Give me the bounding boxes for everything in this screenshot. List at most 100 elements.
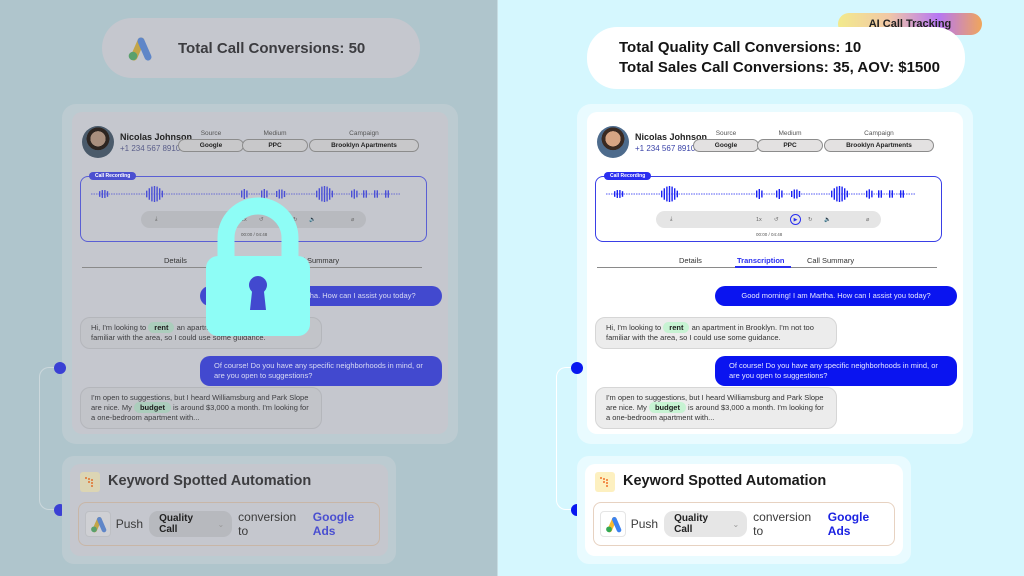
automation-title: Keyword Spotted Automation bbox=[108, 473, 312, 489]
google-ads-link[interactable]: Google Ads bbox=[828, 510, 894, 538]
waveform-bar bbox=[758, 189, 760, 199]
attr-source: Source Google bbox=[178, 130, 244, 152]
waveform bbox=[606, 186, 916, 202]
waveform-bar bbox=[878, 190, 880, 198]
audio-player[interactable]: ⤓ 1x ↺ ▶ ↻ 🔈 ⌀ bbox=[656, 211, 881, 228]
waveform-bar bbox=[891, 190, 893, 198]
play-icon[interactable]: ▶ bbox=[790, 214, 801, 225]
attr-value: Google bbox=[693, 139, 759, 152]
quality-conversions-text: Total Quality Call Conversions: 10 bbox=[619, 39, 862, 56]
waveform-bar bbox=[619, 190, 621, 198]
waveform-bar bbox=[674, 188, 676, 200]
speed-button[interactable]: 1x bbox=[756, 214, 762, 225]
attr-campaign: Campaign Brooklyn Apartments bbox=[824, 130, 934, 152]
attr-label: Medium bbox=[263, 130, 287, 137]
keyword-highlight: rent bbox=[148, 322, 175, 333]
conversion-to-label: conversion to bbox=[753, 510, 812, 538]
tab-details[interactable]: Details bbox=[164, 256, 187, 265]
waveform-bar bbox=[836, 186, 838, 202]
google-ads-icon bbox=[600, 511, 626, 537]
automation-card: Keyword Spotted Automation Push Quality … bbox=[70, 464, 388, 556]
push-label: Push bbox=[115, 517, 144, 531]
waveform-bar bbox=[374, 190, 376, 198]
waveform-bar bbox=[846, 190, 848, 198]
waveform-bar bbox=[614, 191, 616, 197]
waveform-bar bbox=[326, 186, 328, 202]
waveform-bar bbox=[101, 190, 103, 198]
waveform-bar bbox=[616, 190, 618, 198]
waveform-bar bbox=[889, 190, 891, 198]
google-ads-icon bbox=[128, 37, 152, 61]
waveform-bar bbox=[146, 190, 148, 198]
right-panel: Total Quality Call Conversions: 10 Total… bbox=[547, 0, 973, 576]
waveform-bar bbox=[316, 190, 318, 198]
waveform-bar bbox=[671, 186, 673, 202]
waveform-bar bbox=[676, 190, 678, 198]
attr-value: Brooklyn Apartments bbox=[824, 139, 934, 152]
message-text: Hi, I'm looking to bbox=[606, 323, 662, 332]
waveform-bar bbox=[104, 190, 106, 198]
attr-label: Source bbox=[200, 130, 222, 137]
waveform-bar bbox=[385, 190, 387, 198]
automation-container: Keyword Spotted Automation Push Quality … bbox=[62, 456, 396, 564]
attr-campaign: Campaign Brooklyn Apartments bbox=[309, 130, 419, 152]
sales-conversions-text: Total Sales Call Conversions: 35, AOV: $… bbox=[619, 59, 940, 76]
waveform-bar bbox=[781, 190, 783, 198]
link-icon[interactable]: ⌀ bbox=[351, 214, 354, 225]
call-recording-tag: Call Recording bbox=[604, 172, 652, 180]
waveform-bar bbox=[351, 190, 353, 198]
waveform-bar bbox=[387, 190, 389, 198]
tabs: Details Transcription Call Summary bbox=[597, 254, 937, 268]
waveform-bar bbox=[841, 186, 843, 202]
forward-icon[interactable]: ↻ bbox=[808, 214, 813, 225]
waveform-bar bbox=[776, 190, 778, 198]
waveform-bar bbox=[756, 190, 758, 198]
chevron-down-icon: ⌄ bbox=[732, 519, 740, 529]
google-ads-link[interactable]: Google Ads bbox=[313, 510, 379, 538]
waveform-bar bbox=[844, 188, 846, 200]
automation-action: Push Quality Call ⌄ conversion to Google… bbox=[593, 502, 895, 546]
lock-icon bbox=[206, 197, 310, 336]
tab-details[interactable]: Details bbox=[679, 256, 702, 265]
waveform-bar bbox=[356, 190, 358, 198]
attr-label: Source bbox=[715, 130, 737, 137]
waveform-bar bbox=[796, 189, 798, 199]
conversion-value: Quality Call bbox=[674, 513, 709, 535]
waveform-bar bbox=[668, 186, 671, 202]
transcript-agent-message: Good morning! I am Martha. How can I ass… bbox=[715, 286, 957, 306]
rewind-icon[interactable]: ↺ bbox=[774, 214, 779, 225]
attr-value: PPC bbox=[242, 139, 308, 152]
waveform-bar bbox=[791, 190, 793, 198]
attr-value: Google bbox=[178, 139, 244, 152]
tab-call-summary[interactable]: Call Summary bbox=[807, 256, 854, 265]
avatar bbox=[82, 126, 114, 158]
tab-transcription[interactable]: Transcription bbox=[737, 256, 785, 265]
avatar bbox=[597, 126, 629, 158]
conversion-select[interactable]: Quality Call ⌄ bbox=[149, 511, 233, 537]
google-ads-icon bbox=[85, 511, 111, 537]
waveform-bar bbox=[318, 188, 320, 200]
waveform-bar bbox=[353, 189, 355, 199]
waveform-bar bbox=[798, 190, 801, 198]
conversion-summary-pill: Total Quality Call Conversions: 10 Total… bbox=[587, 27, 965, 89]
active-tab-indicator bbox=[735, 266, 791, 268]
conversion-to-label: conversion to bbox=[238, 510, 297, 538]
connector-line bbox=[39, 367, 61, 510]
waveform-bar bbox=[661, 190, 663, 198]
waveform-bar bbox=[363, 190, 365, 198]
download-icon[interactable]: ⤓ bbox=[155, 214, 157, 225]
waveform-bar bbox=[866, 190, 868, 198]
waveform-bar bbox=[159, 188, 161, 200]
automation-action: Push Quality Call ⌄ conversion to Google… bbox=[78, 502, 380, 546]
volume-icon[interactable]: 🔈 bbox=[824, 214, 831, 225]
attr-label: Campaign bbox=[349, 130, 379, 137]
attr-medium: Medium PPC bbox=[242, 130, 308, 152]
conversion-select[interactable]: Quality Call ⌄ bbox=[664, 511, 748, 537]
automation-container: Keyword Spotted Automation Push Quality … bbox=[577, 456, 911, 564]
waveform-bar bbox=[902, 190, 904, 198]
attr-value: Brooklyn Apartments bbox=[309, 139, 419, 152]
download-icon[interactable]: ⤓ bbox=[670, 214, 672, 225]
link-icon[interactable]: ⌀ bbox=[866, 214, 869, 225]
waveform-bar bbox=[831, 190, 833, 198]
total-conversions-text: Total Call Conversions: 50 bbox=[178, 39, 366, 57]
